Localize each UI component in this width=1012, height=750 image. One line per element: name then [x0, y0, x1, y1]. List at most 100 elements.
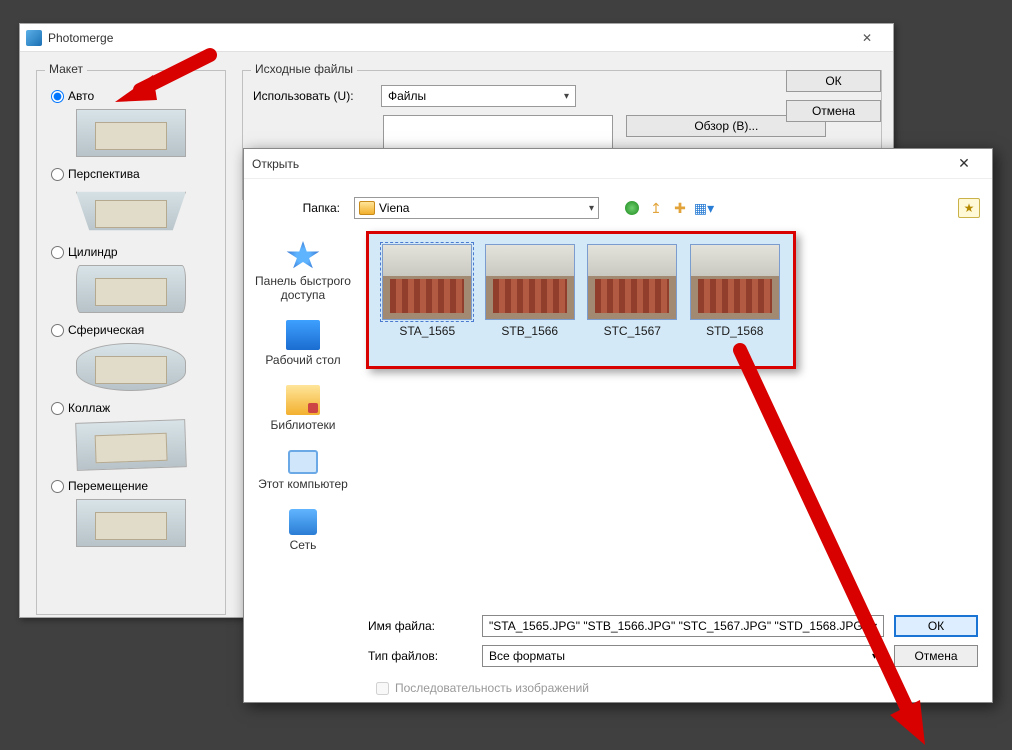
- back-icon[interactable]: [623, 199, 641, 217]
- filetype-combo[interactable]: Все форматы ▾: [482, 645, 884, 667]
- radio-collage-input[interactable]: [51, 402, 64, 415]
- sequence-checkbox-row[interactable]: Последовательность изображений: [376, 681, 978, 695]
- browse-label: Обзор (B)...: [694, 119, 758, 133]
- chevron-down-icon: ▾: [872, 651, 877, 662]
- close-icon[interactable]: ✕: [944, 149, 984, 178]
- radio-collage[interactable]: Коллаж: [51, 401, 215, 415]
- source-legend: Исходные файлы: [251, 62, 357, 76]
- layout-fieldset: Макет Авто Перспектива Цилиндр Сферическ…: [36, 70, 226, 615]
- place-pc-label: Этот компьютер: [258, 477, 348, 491]
- radio-collage-label: Коллаж: [68, 401, 110, 415]
- pm-cancel-button[interactable]: Отмена: [786, 100, 881, 122]
- filename-label: Имя файла:: [258, 619, 472, 633]
- use-value: Файлы: [388, 89, 426, 103]
- open-dialog: Открыть ✕ Папка: Viena ▾ ↥ ✚ ▦▾ ★ Панель…: [243, 148, 993, 703]
- thumb-collage: [75, 419, 187, 471]
- radio-auto[interactable]: Авто: [51, 89, 215, 103]
- places-bar: Панель быстрого доступа Рабочий стол Биб…: [244, 227, 362, 607]
- radio-spherical[interactable]: Сферическая: [51, 323, 215, 337]
- pm-cancel-label: Отмена: [812, 104, 855, 118]
- radio-spherical-label: Сферическая: [68, 323, 144, 337]
- open-toolbar: Папка: Viena ▾ ↥ ✚ ▦▾ ★: [244, 179, 992, 227]
- place-this-pc[interactable]: Этот компьютер: [258, 450, 348, 491]
- radio-cylinder-input[interactable]: [51, 246, 64, 259]
- thumbnail-image: [690, 244, 780, 320]
- thumb-label: STA_1565: [399, 324, 455, 338]
- chevron-down-icon: ▾: [589, 203, 594, 214]
- thumb-cylinder: [76, 265, 186, 313]
- radio-perspective-input[interactable]: [51, 168, 64, 181]
- sequence-label: Последовательность изображений: [395, 681, 589, 695]
- thumb-label: STB_1566: [501, 324, 558, 338]
- file-thumb[interactable]: STB_1566: [482, 244, 579, 338]
- thumbnail-image: [382, 244, 472, 320]
- pc-icon: [288, 450, 318, 474]
- place-desktop[interactable]: Рабочий стол: [265, 320, 340, 367]
- filetype-value: Все форматы: [489, 649, 565, 663]
- radio-perspective-label: Перспектива: [68, 167, 140, 181]
- annotation-selection-box: STA_1565 STB_1566 STC_1567 STD_1568: [366, 231, 796, 369]
- filetype-label: Тип файлов:: [258, 649, 472, 663]
- open-cancel-label: Отмена: [914, 649, 957, 663]
- radio-cylinder-label: Цилиндр: [68, 245, 118, 259]
- sequence-checkbox[interactable]: [376, 682, 389, 695]
- desktop-icon: [286, 320, 320, 350]
- thumb-perspective: [76, 187, 186, 235]
- use-label: Использовать (U):: [253, 89, 373, 103]
- thumbnail-image: [485, 244, 575, 320]
- use-combo[interactable]: Файлы ▾: [381, 85, 576, 107]
- view-menu-icon[interactable]: ▦▾: [695, 199, 713, 217]
- radio-reposition-label: Перемещение: [68, 479, 148, 493]
- chevron-down-icon: ▾: [564, 91, 569, 102]
- favorite-icon[interactable]: ★: [958, 198, 980, 218]
- filename-combo[interactable]: "STA_1565.JPG" "STB_1566.JPG" "STC_1567.…: [482, 615, 884, 637]
- open-ok-label: ОК: [928, 619, 944, 633]
- network-icon: [289, 509, 317, 535]
- layout-legend: Макет: [45, 62, 87, 76]
- place-libraries[interactable]: Библиотеки: [270, 385, 335, 432]
- photomerge-title: Photomerge: [48, 31, 847, 45]
- radio-perspective[interactable]: Перспектива: [51, 167, 215, 181]
- thumb-spherical: [76, 343, 186, 391]
- place-desktop-label: Рабочий стол: [265, 353, 340, 367]
- open-title: Открыть: [252, 157, 944, 171]
- filename-value: "STA_1565.JPG" "STB_1566.JPG" "STC_1567.…: [489, 619, 867, 633]
- place-quick-access[interactable]: Панель быстрого доступа: [244, 241, 362, 302]
- radio-spherical-input[interactable]: [51, 324, 64, 337]
- thumb-label: STC_1567: [604, 324, 661, 338]
- open-cancel-button[interactable]: Отмена: [894, 645, 978, 667]
- close-icon[interactable]: ✕: [847, 24, 887, 51]
- open-titlebar[interactable]: Открыть ✕: [244, 149, 992, 179]
- place-net-label: Сеть: [290, 538, 317, 552]
- photomerge-side-buttons: ОК Отмена: [786, 70, 881, 122]
- app-icon: [26, 30, 42, 46]
- file-thumb[interactable]: STC_1567: [584, 244, 681, 338]
- star-icon: [286, 241, 320, 271]
- place-quick-label: Панель быстрого доступа: [244, 274, 362, 302]
- thumb-reposition: [76, 499, 186, 547]
- file-thumb[interactable]: STD_1568: [687, 244, 784, 338]
- chevron-down-icon: ▾: [872, 621, 877, 632]
- pm-ok-button[interactable]: ОК: [786, 70, 881, 92]
- pm-ok-label: ОК: [825, 74, 841, 88]
- folder-value: Viena: [379, 201, 409, 215]
- file-thumb[interactable]: STA_1565: [379, 244, 476, 338]
- radio-cylinder[interactable]: Цилиндр: [51, 245, 215, 259]
- libraries-icon: [286, 385, 320, 415]
- photomerge-titlebar[interactable]: Photomerge ✕: [20, 24, 893, 52]
- radio-auto-input[interactable]: [51, 90, 64, 103]
- radio-auto-label: Авто: [68, 89, 94, 103]
- new-folder-icon[interactable]: ✚: [671, 199, 689, 217]
- file-pane[interactable]: STA_1565 STB_1566 STC_1567 STD_1568: [362, 227, 992, 607]
- place-network[interactable]: Сеть: [289, 509, 317, 552]
- radio-reposition-input[interactable]: [51, 480, 64, 493]
- open-ok-button[interactable]: ОК: [894, 615, 978, 637]
- thumb-label: STD_1568: [706, 324, 763, 338]
- open-bottom-panel: Имя файла: "STA_1565.JPG" "STB_1566.JPG"…: [244, 607, 992, 709]
- up-icon[interactable]: ↥: [647, 199, 665, 217]
- folder-label: Папка:: [256, 201, 346, 215]
- thumbnail-image: [587, 244, 677, 320]
- radio-reposition[interactable]: Перемещение: [51, 479, 215, 493]
- folder-combo[interactable]: Viena ▾: [354, 197, 599, 219]
- folder-icon: [359, 201, 375, 215]
